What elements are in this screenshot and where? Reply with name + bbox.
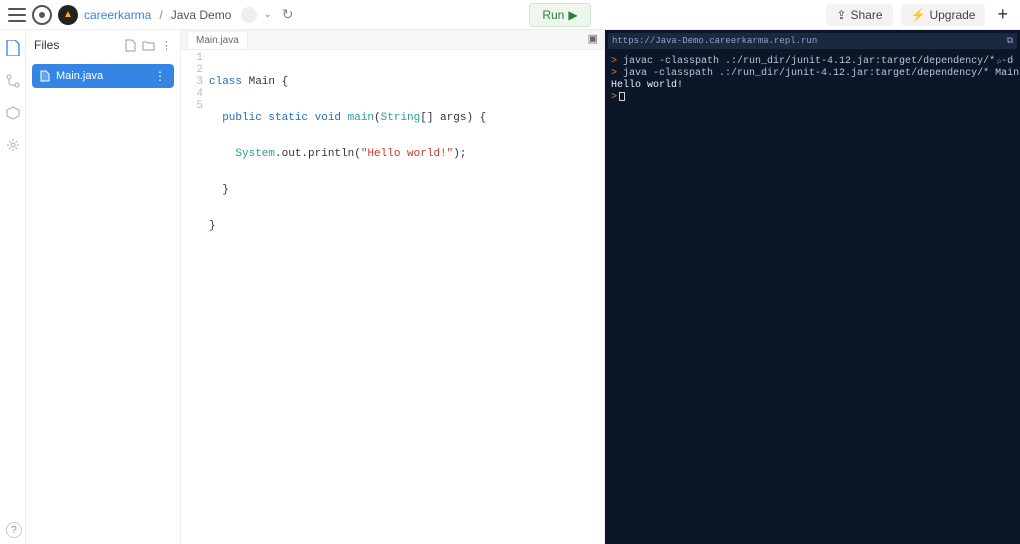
upgrade-button[interactable]: ⚡Upgrade: [901, 4, 986, 26]
layout-icon[interactable]: ▣: [588, 32, 598, 45]
console-pane: https://Java-Demo.careerkarma.repl.run ⧉…: [605, 30, 1020, 544]
menu-icon[interactable]: [8, 8, 26, 22]
breadcrumb-separator: /: [159, 8, 162, 22]
console-clear-icon[interactable]: ◌: [1008, 56, 1014, 68]
avatar[interactable]: ▲: [58, 5, 78, 25]
new-file-icon[interactable]: [125, 39, 136, 52]
version-control-icon[interactable]: [6, 74, 20, 88]
username-link[interactable]: careerkarma: [84, 8, 151, 22]
editor-pane: Main.java ▣ 1 2 3 4 5 class Main { publi…: [181, 30, 605, 544]
open-external-icon[interactable]: ⧉: [1007, 36, 1013, 46]
new-folder-icon[interactable]: [142, 40, 155, 51]
console-search-icon[interactable]: ⌕: [996, 56, 1002, 68]
history-icon[interactable]: ↻: [282, 6, 294, 23]
side-rail: [0, 30, 26, 544]
add-button[interactable]: +: [993, 4, 1012, 25]
repl-name: Java Demo: [171, 8, 232, 22]
files-icon[interactable]: [6, 40, 20, 56]
rocket-icon: ⚡: [911, 8, 926, 22]
file-item-more-icon[interactable]: ⋮: [154, 69, 166, 83]
line-gutter: 1 2 3 4 5: [181, 52, 209, 544]
tab-main-java[interactable]: Main.java: [187, 31, 248, 49]
chevron-down-icon[interactable]: ⌄: [263, 9, 271, 20]
replit-logo-icon[interactable]: [32, 5, 52, 25]
file-icon: [40, 70, 50, 82]
code-content[interactable]: class Main { public static void main(Str…: [209, 52, 604, 544]
file-item-label: Main.java: [56, 70, 103, 82]
settings-icon[interactable]: [6, 138, 20, 152]
file-panel: Files ⋮ Main.java ⋮: [26, 30, 181, 544]
run-button[interactable]: Run▶: [529, 3, 590, 27]
console-url-bar[interactable]: https://Java-Demo.careerkarma.repl.run ⧉: [608, 33, 1017, 49]
files-label: Files: [34, 38, 59, 52]
help-button[interactable]: ?: [6, 522, 22, 538]
file-more-icon[interactable]: ⋮: [161, 39, 172, 52]
file-panel-header: Files ⋮: [26, 30, 180, 60]
console-cursor: [619, 92, 625, 101]
console-url: https://Java-Demo.careerkarma.repl.run: [612, 36, 817, 46]
share-button[interactable]: ⇪Share: [826, 4, 892, 26]
play-icon: ▶: [568, 8, 577, 22]
language-badge-icon: [241, 7, 257, 23]
code-editor[interactable]: 1 2 3 4 5 class Main { public static voi…: [181, 50, 604, 544]
console-output[interactable]: ⌕ ◌ > javac -classpath .:/run_dir/junit-…: [605, 52, 1020, 108]
share-icon: ⇪: [836, 8, 846, 22]
editor-tabs: Main.java ▣: [181, 30, 604, 50]
packages-icon[interactable]: [6, 106, 20, 120]
topbar: ▲ careerkarma / Java Demo ⌄ ↻ Run▶ ⇪Shar…: [0, 0, 1020, 30]
main-area: Files ⋮ Main.java ⋮ Main.java ▣: [0, 30, 1020, 544]
file-item-main-java[interactable]: Main.java ⋮: [32, 64, 174, 88]
